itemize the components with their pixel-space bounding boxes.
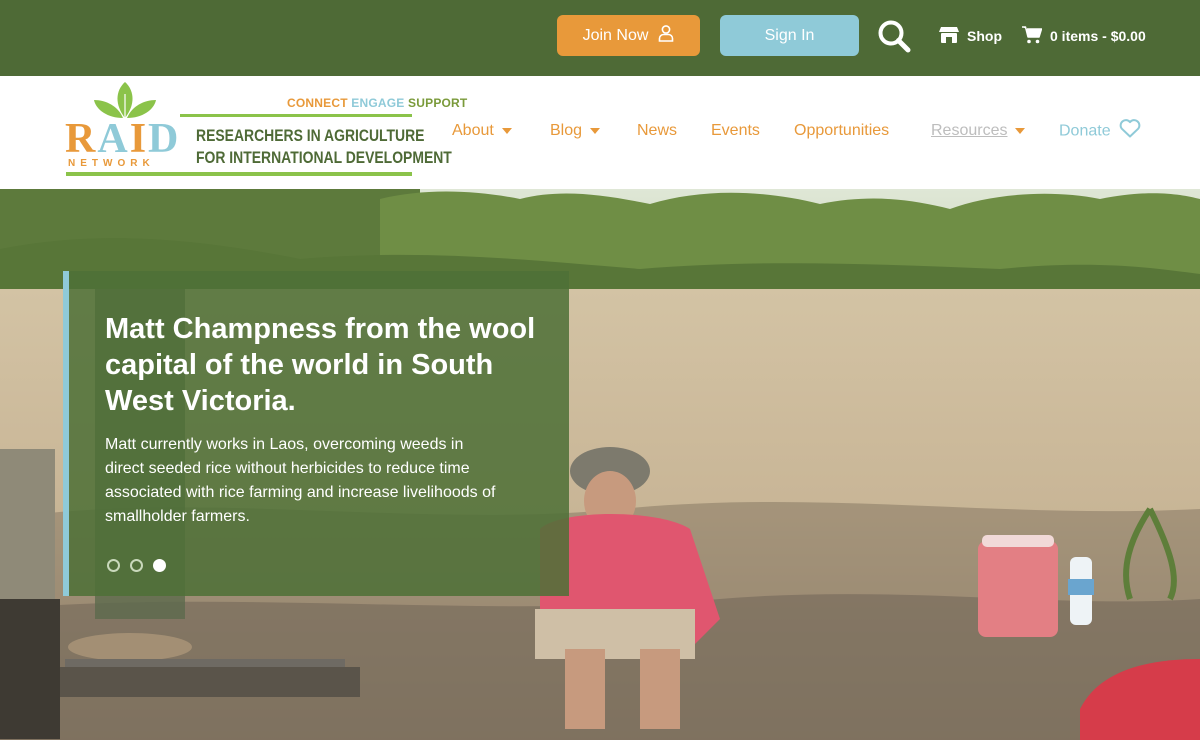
hero-title: Matt Champness from the wool capital of … bbox=[105, 313, 536, 417]
leaves-icon bbox=[94, 82, 156, 118]
nav-blog[interactable]: Blog bbox=[550, 122, 601, 140]
logo-rule-bottom bbox=[66, 172, 412, 176]
logo-tagline: CONNECT ENGAGE SUPPORT bbox=[287, 96, 468, 110]
chevron-down-icon bbox=[590, 128, 601, 134]
shop-link[interactable]: Shop bbox=[939, 24, 1002, 48]
nav-events[interactable]: Events bbox=[711, 122, 760, 140]
chevron-down-icon bbox=[1015, 128, 1026, 134]
nav-resources[interactable]: Resources bbox=[931, 122, 1026, 140]
join-now-button[interactable]: Join Now bbox=[557, 15, 700, 56]
raid-logo[interactable]: CONNECT ENGAGE SUPPORT RAID NETWORK RESE… bbox=[62, 80, 467, 180]
cart-link[interactable]: 0 items - $0.00 bbox=[1022, 24, 1146, 48]
sign-in-label: Sign In bbox=[764, 26, 815, 44]
user-icon bbox=[658, 24, 674, 47]
nav-donate[interactable]: Donate bbox=[1059, 119, 1141, 144]
slider-dot-1[interactable] bbox=[107, 559, 120, 572]
cart-icon bbox=[1022, 25, 1043, 47]
join-now-label: Join Now bbox=[582, 26, 649, 44]
logo-line2: FOR INTERNATIONAL DEVELOPMENT bbox=[196, 148, 452, 167]
hero-caption-panel: Matt Champness from the wool capital of … bbox=[63, 271, 569, 596]
cart-summary: 0 items - $0.00 bbox=[1050, 28, 1146, 44]
logo-raid-wordmark: RAID bbox=[65, 116, 181, 162]
nav-opportunities[interactable]: Opportunities bbox=[794, 122, 889, 140]
sign-in-button[interactable]: Sign In bbox=[720, 15, 859, 56]
hero-slider: Matt Champness from the wool capital of … bbox=[0, 189, 1200, 740]
logo-rule-top bbox=[180, 114, 412, 117]
site-header: CONNECT ENGAGE SUPPORT RAID NETWORK RESE… bbox=[0, 76, 1200, 189]
heart-icon bbox=[1119, 119, 1141, 144]
logo-network: NETWORK bbox=[68, 158, 155, 169]
slider-dot-2[interactable] bbox=[130, 559, 143, 572]
slider-dot-3[interactable] bbox=[153, 559, 166, 572]
nav-news[interactable]: News bbox=[637, 122, 677, 140]
hero-description: Matt currently works in Laos, overcoming… bbox=[105, 436, 496, 525]
slider-dots bbox=[107, 559, 166, 572]
shop-label: Shop bbox=[967, 28, 1002, 44]
nav-about[interactable]: About bbox=[452, 122, 512, 140]
store-icon bbox=[939, 26, 959, 47]
logo-line1: RESEARCHERS IN AGRICULTURE bbox=[196, 126, 425, 145]
chevron-down-icon bbox=[501, 128, 512, 134]
search-icon[interactable] bbox=[876, 18, 912, 54]
top-bar: Join Now Sign In Shop 0 items - $0.00 bbox=[0, 0, 1200, 76]
